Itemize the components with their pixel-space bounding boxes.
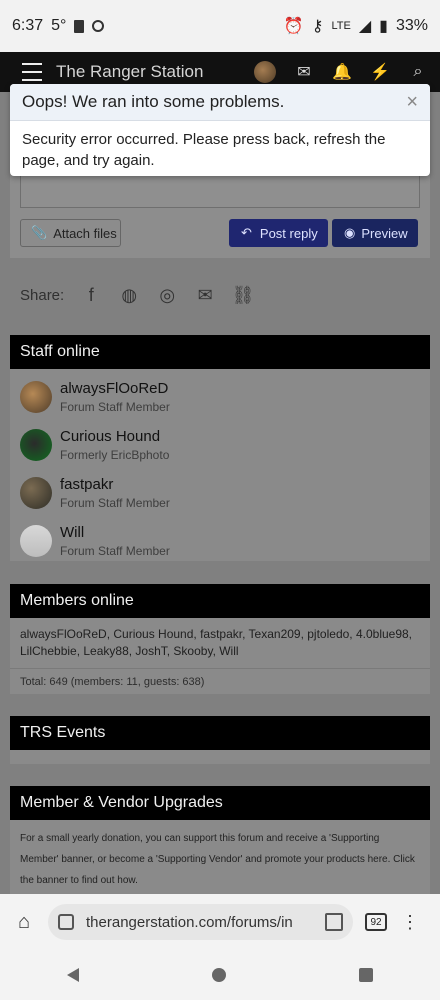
share-bar: Share: f ◍ ◎ ✉ ⛓ [20, 284, 255, 306]
member-name[interactable]: Will [60, 524, 170, 542]
menu-icon[interactable] [22, 63, 42, 81]
sd-card-icon [74, 19, 85, 33]
status-temp: 5° [51, 17, 67, 34]
avatar[interactable] [20, 525, 52, 557]
alarm-icon: ⏰ [283, 18, 304, 35]
home-icon[interactable]: ⌂ [10, 908, 38, 936]
battery-level: 33% [395, 17, 428, 34]
members-online-title: Members online [10, 584, 430, 618]
whatsapp-icon[interactable]: ◎ [156, 284, 178, 306]
user-avatar[interactable] [254, 61, 276, 83]
avatar[interactable] [20, 381, 52, 413]
reddit-icon[interactable]: ◍ [118, 284, 140, 306]
tab-counter[interactable]: 92 [365, 913, 387, 931]
more-icon[interactable]: ⋮ [401, 913, 419, 931]
browser-toolbar: ⌂ therangerstation.com/forums/in 92 ⋮ [0, 894, 440, 950]
mail-icon[interactable]: ✉ [294, 62, 314, 82]
staff-member[interactable]: Will Forum Staff Member [10, 517, 430, 565]
back-icon[interactable] [66, 968, 79, 982]
address-bar[interactable]: therangerstation.com/forums/in [48, 904, 353, 940]
members-online-list[interactable]: alwaysFlOoReD, Curious Hound, fastpakr, … [10, 618, 430, 660]
staff-online-block: Staff online alwaysFlOoReD Forum Staff M… [10, 335, 430, 561]
reader-mode-icon[interactable] [325, 913, 343, 931]
network-label: LTE [331, 20, 351, 32]
preview-label: Preview [361, 225, 408, 241]
avatar[interactable] [20, 477, 52, 509]
paperclip-icon: 📎 [31, 225, 48, 240]
online-total: Total: 649 (members: 11, guests: 638) [10, 668, 430, 693]
status-bar: 6:37 5° ⏰ ⚷ LTE ◢ ▮ 33% [0, 0, 440, 52]
close-icon[interactable]: × [406, 91, 418, 114]
app-notification-icon [92, 20, 105, 32]
error-alert: Oops! We ran into some problems. × Secur… [10, 84, 430, 176]
trs-events-title: TRS Events [10, 716, 430, 750]
key-icon: ⚷ [311, 18, 324, 35]
lightning-icon[interactable]: ⚡ [370, 62, 390, 82]
member-name[interactable]: fastpakr [60, 476, 170, 494]
members-online-block: Members online alwaysFlOoReD, Curious Ho… [10, 584, 430, 694]
member-role: Formerly EricBphoto [60, 447, 170, 462]
post-reply-label: Post reply [259, 225, 318, 241]
battery-icon: ▮ [379, 18, 388, 35]
link-icon[interactable]: ⛓ [232, 284, 255, 306]
member-role: Forum Staff Member [60, 495, 170, 510]
email-icon[interactable]: ✉ [194, 284, 216, 306]
eye-icon: ◉ [344, 225, 356, 240]
preview-button[interactable]: ◉ Preview [332, 219, 418, 247]
staff-online-title: Staff online [10, 335, 430, 369]
staff-member[interactable]: alwaysFlOoReD Forum Staff Member [10, 373, 430, 421]
staff-member[interactable]: Curious Hound Formerly EricBphoto [10, 421, 430, 469]
post-reply-button[interactable]: ↶ Post reply [229, 219, 328, 247]
facebook-icon[interactable]: f [80, 284, 102, 306]
trs-events-block: TRS Events [10, 716, 430, 764]
staff-member[interactable]: fastpakr Forum Staff Member [10, 469, 430, 517]
alert-title: Oops! We ran into some problems. [22, 92, 285, 111]
site-title[interactable]: The Ranger Station [56, 62, 254, 82]
member-name[interactable]: Curious Hound [60, 428, 169, 446]
member-role: Forum Staff Member [60, 543, 170, 558]
share-label: Share: [20, 286, 65, 304]
member-role: Forum Staff Member [60, 399, 170, 414]
attach-files-label: Attach files [53, 225, 117, 241]
bell-icon[interactable]: 🔔 [332, 62, 352, 82]
alert-message: Security error occurred. Please press ba… [22, 131, 386, 169]
avatar[interactable] [20, 429, 52, 461]
page-content: 📎 Attach files ↶ Post reply ◉ Preview Sh… [0, 92, 440, 928]
member-name[interactable]: alwaysFlOoReD [60, 380, 170, 398]
home-circle-icon[interactable] [211, 968, 226, 982]
attach-files-button[interactable]: 📎 Attach files [20, 219, 121, 247]
signal-icon: ◢ [358, 18, 372, 35]
system-navigation [0, 950, 440, 1000]
status-time: 6:37 [12, 17, 44, 34]
search-icon[interactable]: ⌕ [408, 62, 428, 82]
recents-icon[interactable] [359, 968, 374, 982]
upgrades-title: Member & Vendor Upgrades [10, 786, 430, 820]
reply-icon: ↶ [241, 225, 252, 240]
url-text[interactable]: therangerstation.com/forums/in [86, 914, 319, 931]
upgrades-text: For a small yearly donation, you can sup… [20, 833, 415, 886]
lock-icon [58, 914, 74, 930]
